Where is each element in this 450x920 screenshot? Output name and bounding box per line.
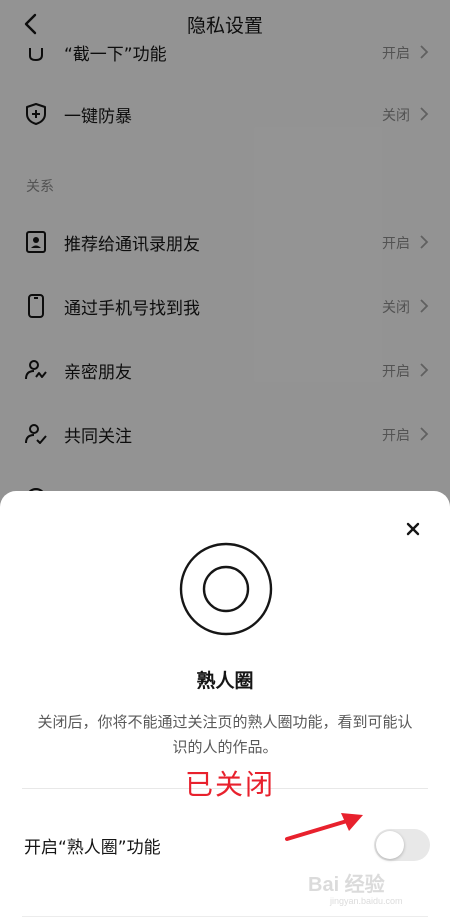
watermark-logo: Bai 经验 jingyan.baidu.com	[300, 860, 440, 912]
annotation-text: 已关闭	[185, 768, 276, 801]
watermark-text: Bai 经验	[308, 874, 385, 896]
toggle-label: 开启“熟人圈”功能	[24, 838, 161, 858]
toggle-knob	[376, 831, 404, 859]
sheet-title: 熟人圈	[196, 670, 254, 692]
annotation-arrow-icon	[285, 813, 363, 841]
watermark-url: jingyan.baidu.com	[330, 896, 403, 906]
close-icon[interactable]	[402, 518, 424, 540]
circle-ring-icon	[179, 542, 273, 636]
acquaintance-circle-sheet: 熟人圈 关闭后，你将不能通过关注页的熟人圈功能，看到可能认识的人的作品。 已关闭…	[0, 491, 450, 920]
sheet-description: 关闭后，你将不能通过关注页的熟人圈功能，看到可能认识的人的作品。	[37, 713, 413, 756]
divider-bottom	[22, 916, 428, 917]
acquaintance-circle-toggle[interactable]	[374, 829, 430, 861]
